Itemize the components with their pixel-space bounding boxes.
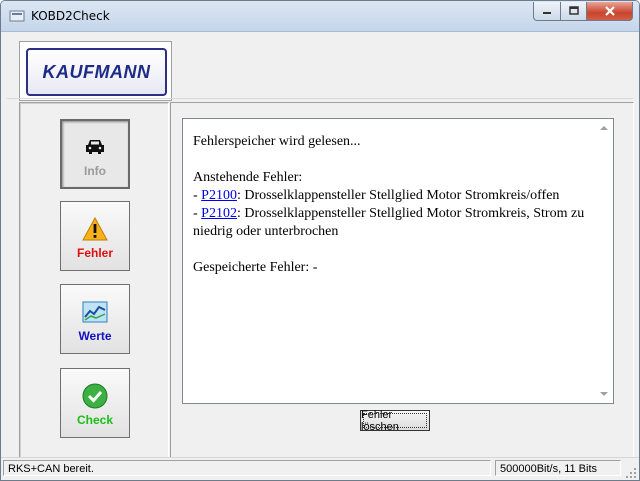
fault-line: - P2102: Drosselklappensteller Stellglie…	[193, 205, 591, 241]
status-line: Fehlerspeicher wird gelesen...	[193, 134, 361, 149]
check-icon	[82, 383, 108, 409]
werte-label: Werte	[78, 329, 112, 343]
info-button[interactable]: Info	[60, 119, 130, 189]
output-textbox[interactable]: Fehlerspeicher wird gelesen... Anstehend…	[182, 118, 614, 404]
chart-icon	[82, 299, 108, 325]
scroll-up-icon[interactable]	[600, 126, 608, 130]
logo-text: KAUFMANN	[42, 61, 151, 82]
fault-prefix: -	[193, 206, 202, 221]
maximize-button[interactable]	[560, 2, 587, 21]
close-button[interactable]	[586, 2, 633, 21]
werte-button[interactable]: Werte	[60, 284, 130, 354]
fault-prefix: -	[193, 188, 202, 203]
stored-faults: Gespeicherte Fehler: -	[193, 260, 318, 275]
status-message: RKS+CAN bereit.	[3, 460, 491, 476]
close-icon	[604, 6, 615, 16]
nav-panel: Info Fehler Werte Check	[19, 102, 169, 459]
car-icon	[82, 134, 108, 160]
pending-heading: Anstehende Fehler:	[193, 170, 303, 185]
logo-panel: KAUFMANN	[19, 41, 172, 101]
resize-grip-icon[interactable]	[625, 467, 637, 479]
warning-icon	[82, 216, 108, 242]
fault-code-link[interactable]: P2102	[201, 206, 237, 221]
info-label: Info	[84, 164, 106, 178]
check-button[interactable]: Check	[60, 368, 130, 438]
status-bar: RKS+CAN bereit. 500000Bit/s, 11 Bits	[1, 457, 639, 480]
vertical-scrollbar[interactable]	[596, 119, 613, 403]
scroll-down-icon[interactable]	[600, 392, 608, 396]
app-window: KOBD2Check KAUFMANN Info Fehler Werte Ch…	[0, 0, 640, 481]
divider	[7, 98, 633, 99]
client-area: KAUFMANN Info Fehler Werte Check Fehlers…	[7, 35, 634, 459]
output-text: Fehlerspeicher wird gelesen... Anstehend…	[193, 133, 591, 277]
title-bar[interactable]: KOBD2Check	[1, 1, 639, 32]
maximize-icon	[568, 6, 579, 15]
fehler-label: Fehler	[76, 246, 113, 260]
app-icon	[9, 10, 25, 22]
output-panel: Fehlerspeicher wird gelesen... Anstehend…	[170, 102, 634, 459]
minimize-icon	[543, 12, 551, 14]
fehler-button[interactable]: Fehler	[60, 201, 130, 271]
fault-code-link[interactable]: P2100	[201, 188, 237, 203]
fault-description: : Drosselklappensteller Stellglied Motor…	[236, 188, 560, 203]
bus-settings: 500000Bit/s, 11 Bits	[495, 460, 621, 476]
fault-line: - P2100: Drosselklappensteller Stellglie…	[193, 187, 591, 205]
window-title: KOBD2Check	[31, 9, 110, 23]
minimize-button[interactable]	[533, 2, 561, 21]
fault-description: : Drosselklappensteller Stellglied Motor…	[193, 206, 585, 239]
clear-faults-button[interactable]: Fehler löschen	[360, 409, 430, 433]
kaufmann-logo: KAUFMANN	[26, 48, 167, 96]
check-label: Check	[76, 413, 114, 427]
